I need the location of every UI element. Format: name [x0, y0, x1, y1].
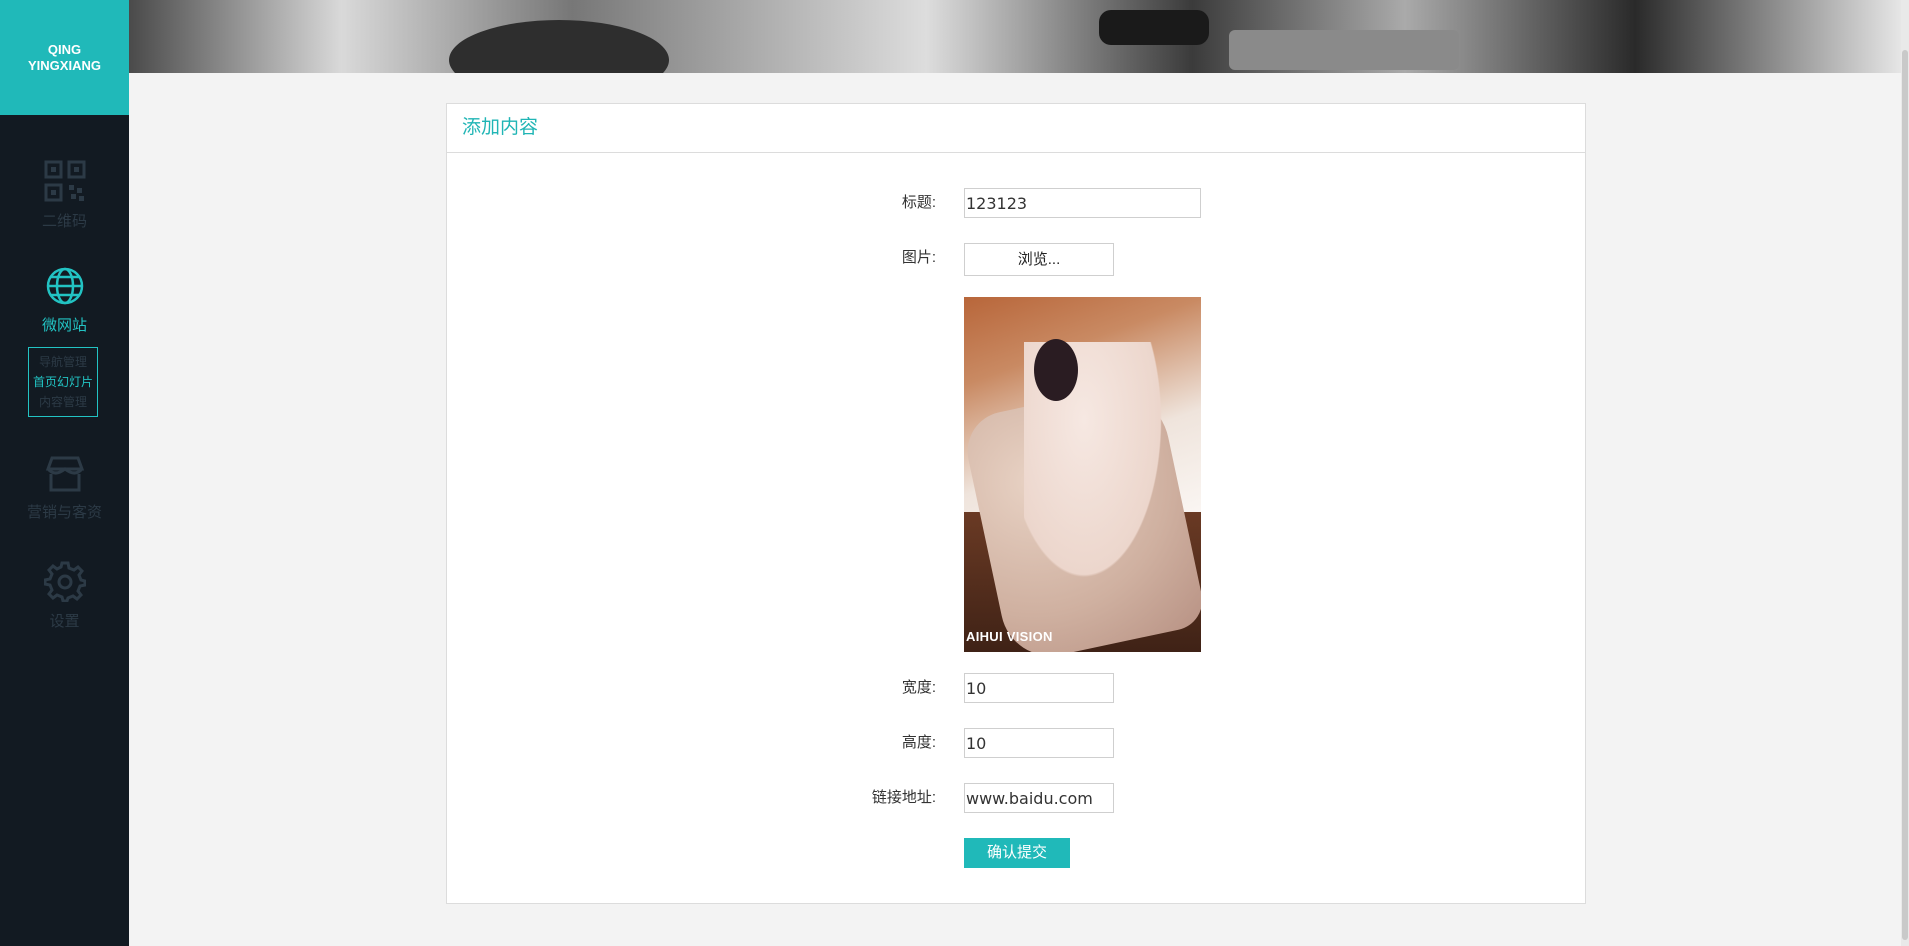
- sidebar-item-label: 微网站: [41, 317, 87, 334]
- link-input[interactable]: [964, 783, 1114, 813]
- sidebar: QING YINGXIANG 二维码 微网站 导航管理 首页幻灯片 内容管理 营…: [0, 0, 129, 946]
- title-row: 标题:: [447, 188, 1587, 218]
- submit-button[interactable]: 确认提交: [964, 838, 1070, 868]
- panel-title: 添加内容: [447, 104, 1585, 153]
- image-label: 图片:: [901, 249, 936, 266]
- microsite-submenu: 导航管理 首页幻灯片 内容管理: [28, 347, 98, 417]
- qr-code-icon: [44, 160, 85, 202]
- width-input[interactable]: [964, 673, 1114, 703]
- submit-row: 确认提交: [447, 838, 1587, 868]
- link-row: 链接地址:: [447, 783, 1587, 813]
- sidebar-item-label: 二维码: [41, 213, 87, 230]
- sidebar-item-microsite[interactable]: 微网站: [0, 266, 129, 335]
- logo[interactable]: QING YINGXIANG: [0, 0, 129, 115]
- logo-line1: QING: [47, 41, 82, 57]
- width-row: 宽度:: [447, 673, 1587, 703]
- title-label: 标题:: [901, 194, 936, 211]
- add-content-panel: 添加内容 标题: 图片: 浏览... AIHUI VISION 宽度: 高度: …: [446, 103, 1586, 904]
- sidebar-item-marketing[interactable]: 营销与客资: [0, 455, 129, 522]
- browse-button[interactable]: 浏览...: [964, 243, 1114, 276]
- sidebar-item-qrcode[interactable]: 二维码: [0, 160, 129, 231]
- title-input[interactable]: [964, 188, 1201, 218]
- sidebar-item-settings[interactable]: 设置: [0, 560, 129, 631]
- sidebar-item-label: 设置: [49, 613, 80, 630]
- link-label: 链接地址:: [871, 789, 936, 806]
- submenu-item-slides[interactable]: 首页幻灯片: [33, 372, 93, 392]
- header-banner: [129, 0, 1901, 73]
- preview-caption: AIHUI VISION: [966, 629, 1053, 644]
- submenu-item-content[interactable]: 内容管理: [39, 392, 87, 412]
- store-icon: [45, 456, 84, 492]
- height-row: 高度:: [447, 728, 1587, 758]
- scrollbar[interactable]: [1901, 0, 1909, 946]
- width-label: 宽度:: [901, 679, 936, 696]
- height-label: 高度:: [901, 734, 936, 751]
- globe-icon: [46, 267, 83, 305]
- gear-icon: [43, 561, 86, 602]
- sidebar-item-label: 营销与客资: [26, 504, 102, 521]
- logo-line2: YINGXIANG: [28, 57, 101, 73]
- height-input[interactable]: [964, 728, 1114, 758]
- image-row: 图片: 浏览...: [447, 243, 1587, 276]
- image-preview: AIHUI VISION: [964, 297, 1201, 652]
- submenu-item-nav[interactable]: 导航管理: [39, 352, 87, 372]
